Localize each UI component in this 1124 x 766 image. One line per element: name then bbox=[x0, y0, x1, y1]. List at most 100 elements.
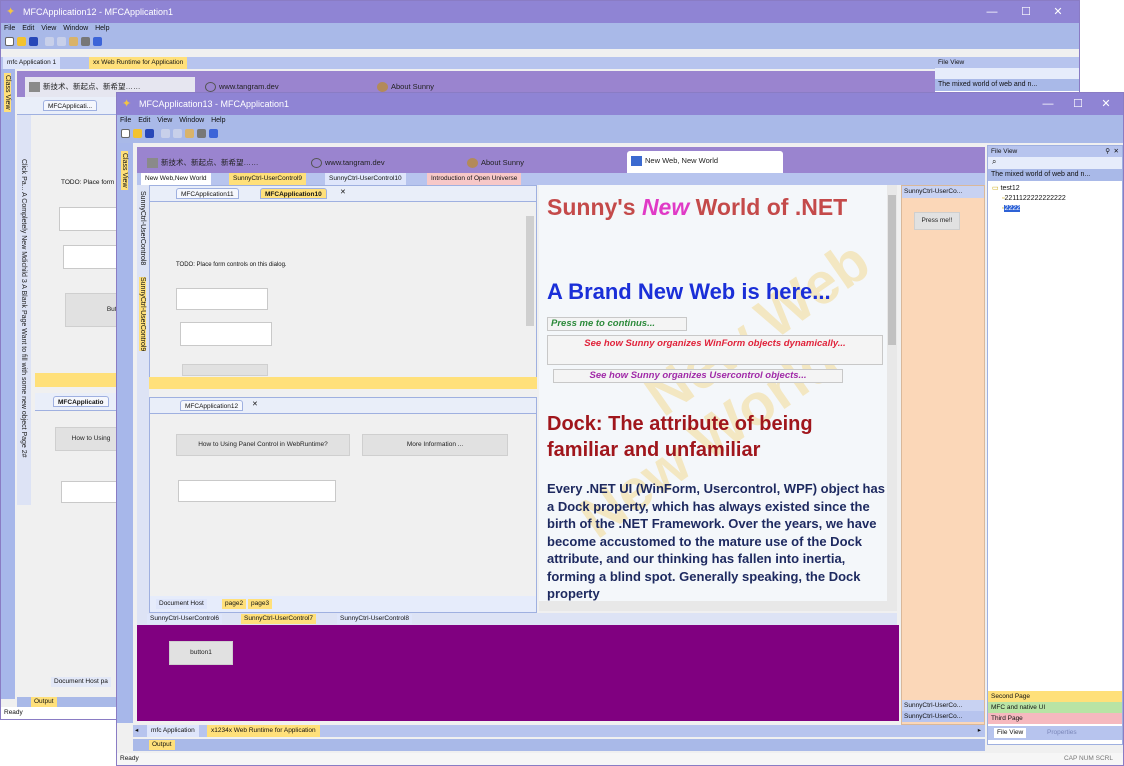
vertical-tab-usercontrol9[interactable]: SunnyCtrl-UserControl9 bbox=[139, 277, 146, 352]
usercontrol-objects-button[interactable]: See how Sunny organizes Usercontrol obje… bbox=[553, 369, 843, 383]
new-icon[interactable] bbox=[5, 37, 14, 46]
pane1-scrollbar[interactable] bbox=[526, 216, 534, 326]
menu-edit[interactable]: Edit bbox=[138, 117, 150, 124]
press-to-continue-button[interactable]: Press me to continus... bbox=[547, 317, 687, 331]
web-scroll-thumb[interactable] bbox=[888, 195, 896, 345]
button1[interactable]: button1 bbox=[169, 641, 233, 665]
tab-usercontrol6[interactable]: SunnyCtrl-UserControl6 bbox=[147, 614, 222, 624]
back-mdi-tab-1[interactable]: mfc Application 1 bbox=[3, 57, 61, 69]
tab-usercontrol8[interactable]: SunnyCtrl-UserControl8 bbox=[337, 614, 412, 624]
close-icon[interactable]: ✕ bbox=[340, 188, 346, 196]
minimize-icon[interactable]: — bbox=[977, 1, 1007, 23]
open-icon[interactable] bbox=[133, 129, 142, 138]
sub-tab-usercontrol10[interactable]: SunnyCtrl-UserControl10 bbox=[325, 173, 406, 185]
tab-page2[interactable]: page2 bbox=[222, 599, 247, 609]
new-icon[interactable] bbox=[121, 129, 130, 138]
paste-icon[interactable] bbox=[185, 129, 194, 138]
scroll-left-icon[interactable]: ◂ bbox=[135, 725, 138, 737]
menu-window[interactable]: Window bbox=[63, 25, 88, 32]
peach-footer-1[interactable]: SunnyCtrl-UserCo... bbox=[902, 700, 984, 711]
copy-icon[interactable] bbox=[57, 37, 66, 46]
menu-help[interactable]: Help bbox=[95, 25, 109, 32]
minimize-icon[interactable]: — bbox=[1033, 93, 1063, 115]
web-hscrollbar[interactable] bbox=[539, 601, 887, 611]
section-mfc-native-ui[interactable]: MFC and native UI bbox=[988, 702, 1122, 713]
tab-document-host[interactable]: Document Host bbox=[156, 599, 207, 609]
menu-file[interactable]: File bbox=[4, 25, 15, 32]
front-output-tab[interactable]: Output bbox=[149, 740, 175, 750]
front-title-bar[interactable]: ✦ MFCApplication13 - MFCApplication1 — ☐… bbox=[117, 93, 1123, 115]
section-third-page[interactable]: Third Page bbox=[988, 713, 1122, 724]
winform-objects-button[interactable]: See how Sunny organizes WinForm objects … bbox=[547, 335, 883, 365]
menu-view[interactable]: View bbox=[157, 117, 172, 124]
sub-tab-open-universe[interactable]: Introduction of Open Universe bbox=[427, 173, 522, 185]
front-mdi-tab-1[interactable]: mfc Application bbox=[147, 725, 199, 737]
menu-help[interactable]: Help bbox=[211, 117, 225, 124]
front-pane1: MFCApplication11 MFCApplication10 ✕ TODO… bbox=[149, 185, 537, 385]
pane2-edit[interactable] bbox=[178, 480, 336, 502]
cut-icon[interactable] bbox=[45, 37, 54, 46]
front-doc-tab-1[interactable]: 新技术、新起点、新希望…… bbox=[143, 153, 293, 173]
sub-tab-new-web[interactable]: New Web,New World bbox=[141, 173, 211, 185]
back-title-bar[interactable]: ✦ MFCApplication12 - MFCApplication1 — ☐… bbox=[1, 1, 1079, 23]
save-icon[interactable] bbox=[145, 129, 154, 138]
more-information-button[interactable]: More Information ... bbox=[362, 434, 508, 456]
print-icon[interactable] bbox=[197, 129, 206, 138]
menu-edit[interactable]: Edit bbox=[22, 25, 34, 32]
back-mdi-tab-2[interactable]: xx Web Runtime for Application bbox=[89, 57, 188, 69]
back-pane2-tab[interactable]: MFCApplicatio bbox=[53, 396, 109, 407]
how-to-panel-button[interactable]: How to Using Panel Control in WebRuntime… bbox=[176, 434, 350, 456]
menu-window[interactable]: Window bbox=[179, 117, 204, 124]
tab-file-view[interactable]: File View bbox=[994, 728, 1027, 738]
class-view-tab[interactable]: Class View bbox=[4, 73, 11, 112]
save-icon[interactable] bbox=[29, 37, 38, 46]
open-icon[interactable] bbox=[17, 37, 26, 46]
back-bottom-tab[interactable]: Document Host pa bbox=[51, 677, 111, 687]
tree-item-2222[interactable]: ▫2222 bbox=[992, 204, 1066, 214]
back-file-view-header: File View bbox=[935, 57, 1079, 68]
copy-icon[interactable] bbox=[173, 129, 182, 138]
front-doc-tab-4[interactable]: New Web, New World bbox=[627, 151, 783, 173]
close-icon[interactable]: ✕ bbox=[1091, 93, 1121, 115]
search-icon[interactable]: ⌕ bbox=[992, 157, 996, 166]
tab-usercontrol7[interactable]: SunnyCtrl-UserControl7 bbox=[241, 614, 316, 624]
pin-icon[interactable]: ⚲ bbox=[1105, 146, 1110, 157]
back-output-tab[interactable]: Output bbox=[31, 697, 57, 707]
menu-file[interactable]: File bbox=[120, 117, 131, 124]
front-mdi-tab-2[interactable]: x1234x Web Runtime for Application bbox=[207, 725, 320, 737]
sub-tab-usercontrol9[interactable]: SunnyCtrl-UserControl9 bbox=[229, 173, 306, 185]
pane1-button[interactable] bbox=[182, 364, 268, 376]
tree-item-test12[interactable]: ▭ test12 bbox=[992, 184, 1066, 194]
web-scrollbar[interactable] bbox=[887, 185, 897, 611]
paste-icon[interactable] bbox=[69, 37, 78, 46]
front-doc-tab-3[interactable]: About Sunny bbox=[463, 153, 613, 173]
close-icon[interactable]: ✕ bbox=[1043, 1, 1073, 23]
pane1-tab-mfc11[interactable]: MFCApplication11 bbox=[176, 188, 239, 199]
close-icon[interactable]: ✕ bbox=[252, 400, 258, 408]
pane1-edit-2[interactable] bbox=[180, 322, 272, 346]
vertical-tab-usercontrol8[interactable]: SunnyCtrl-UserControl8 bbox=[139, 191, 146, 265]
peach-footer-2[interactable]: SunnyCtrl-UserCo... bbox=[902, 711, 984, 722]
back-vertical-tab-labels[interactable]: Click Pa... A Completely New Mdichild 3 … bbox=[20, 159, 27, 458]
help-icon[interactable] bbox=[93, 37, 102, 46]
menu-view[interactable]: View bbox=[41, 25, 56, 32]
front-doc-tab-2[interactable]: www.tangram.dev bbox=[307, 153, 457, 173]
pane2-tab-mfc12[interactable]: MFCApplication12 bbox=[180, 400, 244, 411]
back-pane-tab[interactable]: MFCApplicati... bbox=[43, 100, 98, 111]
scroll-right-icon[interactable]: ▸ bbox=[978, 725, 981, 737]
close-icon[interactable]: ✕ bbox=[1114, 146, 1119, 157]
help-icon[interactable] bbox=[209, 129, 218, 138]
tab-properties[interactable]: Properties bbox=[1044, 728, 1080, 738]
section-second-page[interactable]: Second Page bbox=[988, 691, 1122, 702]
maximize-icon[interactable]: ☐ bbox=[1011, 1, 1041, 23]
class-view-tab[interactable]: Class View bbox=[121, 151, 128, 190]
cut-icon[interactable] bbox=[161, 129, 170, 138]
pane1-edit-1[interactable] bbox=[176, 288, 268, 310]
press-me-button[interactable]: Press me!! bbox=[914, 212, 960, 230]
pane1-tab-mfc10[interactable]: MFCApplication10 bbox=[260, 188, 327, 199]
print-icon[interactable] bbox=[81, 37, 90, 46]
tab-page3[interactable]: page3 bbox=[248, 599, 273, 609]
tree-item-221[interactable]: ▫2211122222222222 bbox=[992, 194, 1066, 204]
pane2-bottom-tabs: Document Host page2 page3 bbox=[150, 596, 536, 612]
maximize-icon[interactable]: ☐ bbox=[1063, 93, 1093, 115]
